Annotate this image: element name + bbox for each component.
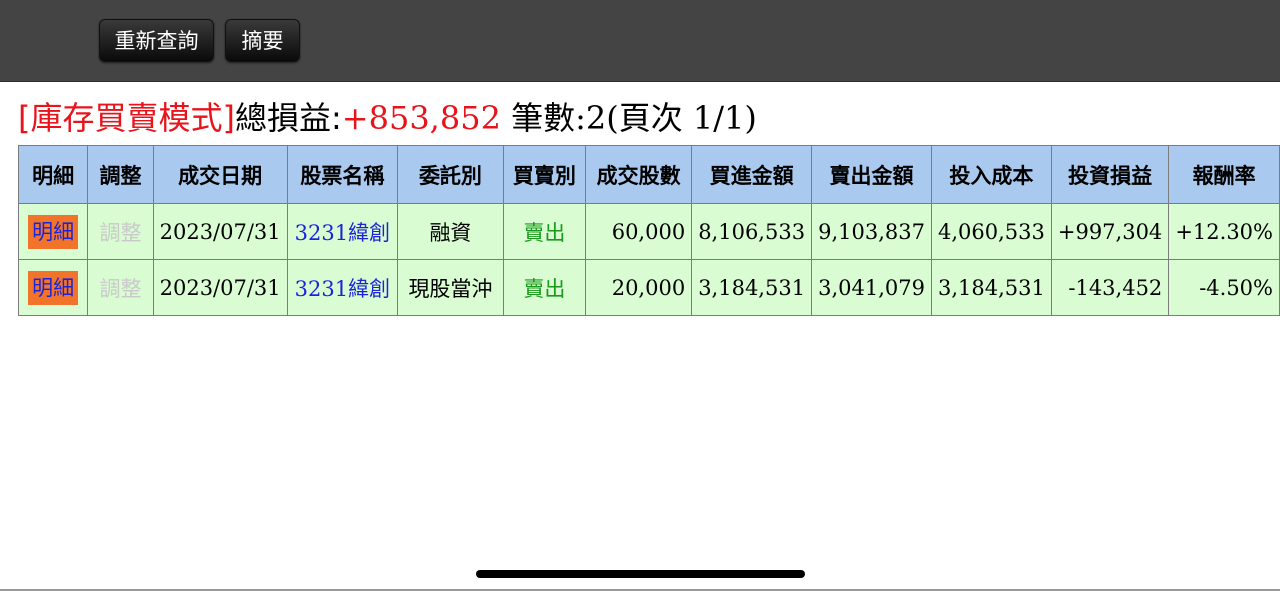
stock-cell: 3231緯創	[286, 259, 399, 316]
top-toolbar: 重新查詢 摘要	[0, 0, 1280, 82]
col-header-detail: 明細	[17, 145, 89, 204]
col-header-roi: 報酬率	[1168, 145, 1280, 204]
order-type-cell: 現股當沖	[397, 259, 504, 316]
table-header-row: 明細 調整 成交日期 股票名稱 委託別 買賣別 成交股數 買進金額 賣出金額 投…	[17, 145, 1280, 204]
col-header-sell-amount: 賣出金額	[811, 145, 932, 204]
detail-button[interactable]: 明細	[28, 270, 79, 305]
stock-link[interactable]: 3231緯創	[295, 221, 390, 245]
col-header-side: 買賣別	[502, 145, 587, 204]
cost-cell: 4,060,533	[930, 203, 1052, 260]
cost-cell: 3,184,531	[930, 259, 1052, 316]
table-row: 明細 調整 2023/07/31 3231緯創 現股當沖 賣出 20,000 3…	[17, 259, 1280, 316]
adjust-cell: 調整	[87, 203, 154, 260]
col-header-buy-amount: 買進金額	[691, 145, 813, 204]
date-cell: 2023/07/31	[152, 203, 288, 260]
sell-amount-cell: 3,041,079	[811, 259, 932, 316]
shares-cell: 60,000	[585, 203, 693, 260]
side-label: 賣出	[523, 220, 566, 245]
total-pl-value: +853,852	[341, 99, 501, 137]
col-header-shares: 成交股數	[585, 145, 693, 204]
stock-link[interactable]: 3231緯創	[295, 277, 390, 301]
roi-cell: -4.50%	[1168, 259, 1280, 316]
adjust-cell: 調整	[87, 259, 154, 316]
col-header-adjust: 調整	[87, 145, 154, 204]
mode-label: [庫存買賣模式]	[18, 99, 235, 137]
record-count: 筆數:2(頁次 1/1)	[511, 99, 757, 137]
stock-cell: 3231緯創	[286, 203, 399, 260]
home-indicator[interactable]	[476, 570, 805, 578]
buy-amount-cell: 8,106,533	[691, 203, 813, 260]
col-header-date: 成交日期	[152, 145, 288, 204]
side-cell: 賣出	[502, 259, 587, 316]
table-row: 明細 調整 2023/07/31 3231緯創 融資 賣出 60,000 8,1…	[17, 203, 1280, 260]
adjust-link[interactable]: 調整	[99, 277, 141, 301]
order-type-cell: 融資	[397, 203, 504, 260]
side-cell: 賣出	[502, 203, 587, 260]
sell-amount-cell: 9,103,837	[811, 203, 932, 260]
buy-amount-cell: 3,184,531	[691, 259, 813, 316]
col-header-cost: 投入成本	[930, 145, 1052, 204]
roi-cell: +12.30%	[1168, 203, 1280, 260]
pl-cell: +997,304	[1050, 203, 1170, 260]
col-header-order-type: 委託別	[397, 145, 504, 204]
requery-button[interactable]: 重新查詢	[99, 19, 214, 62]
total-pl-label: 總損益:	[234, 99, 342, 137]
summary-button[interactable]: 摘要	[225, 19, 300, 62]
summary-line: [庫存買賣模式]總損益:+853,852 筆數:2(頁次 1/1)	[18, 98, 757, 138]
detail-cell: 明細	[17, 259, 89, 316]
shares-cell: 20,000	[585, 259, 693, 316]
trade-table: 明細 調整 成交日期 股票名稱 委託別 買賣別 成交股數 買進金額 賣出金額 投…	[17, 145, 1280, 316]
detail-button[interactable]: 明細	[28, 214, 79, 249]
pl-cell: -143,452	[1050, 259, 1170, 316]
detail-cell: 明細	[17, 203, 89, 260]
col-header-stock: 股票名稱	[286, 145, 399, 204]
adjust-link[interactable]: 調整	[99, 221, 141, 245]
side-label: 賣出	[523, 276, 566, 301]
col-header-pl: 投資損益	[1050, 145, 1170, 204]
date-cell: 2023/07/31	[152, 259, 288, 316]
